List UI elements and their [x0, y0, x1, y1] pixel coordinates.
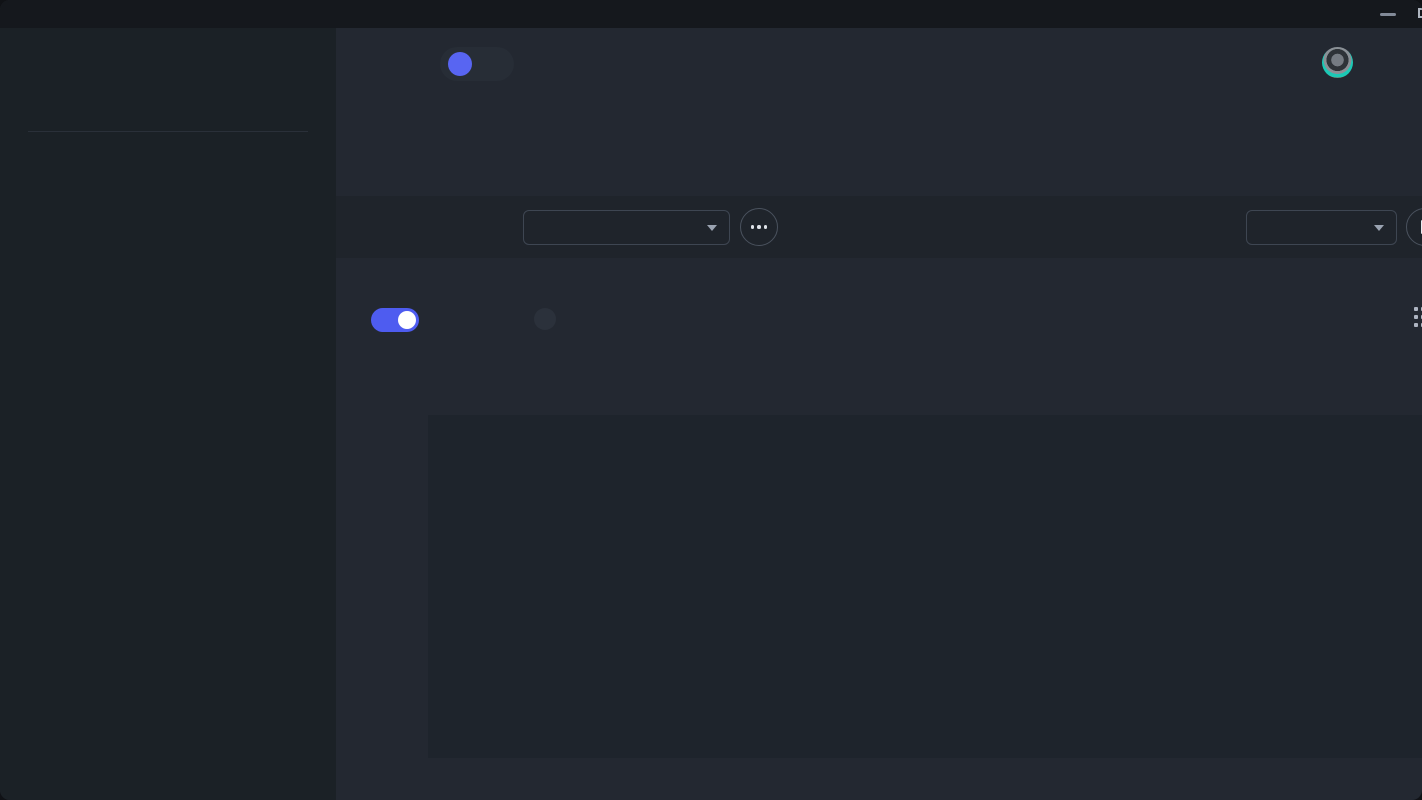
more-options-button[interactable] — [740, 208, 778, 246]
discord-icon — [448, 52, 472, 76]
equalizer-toggle[interactable] — [371, 308, 419, 332]
help-icon[interactable] — [534, 308, 556, 330]
sidebar — [0, 28, 336, 800]
equalizer-plot[interactable] — [428, 415, 1422, 758]
sidebar-divider — [28, 131, 308, 132]
title-bar — [0, 0, 1422, 28]
sonar-app-window — [0, 0, 1422, 800]
chevron-down-icon — [707, 225, 717, 231]
steelseries-logo-icon — [536, 220, 552, 236]
discord-banner — [440, 47, 514, 81]
maximize-button[interactable] — [1418, 8, 1422, 18]
sample-audio-dropdown[interactable] — [1246, 210, 1397, 245]
equalizer-menu-icon[interactable] — [1414, 307, 1422, 327]
steelseries-logo-icon — [28, 79, 64, 115]
minimize-button[interactable] — [1380, 13, 1396, 16]
app-logo — [28, 74, 308, 120]
chevron-down-icon — [1374, 225, 1384, 231]
user-avatar[interactable] — [1322, 47, 1353, 78]
configuration-dropdown[interactable] — [523, 210, 730, 245]
gamepad-icon — [372, 212, 406, 242]
